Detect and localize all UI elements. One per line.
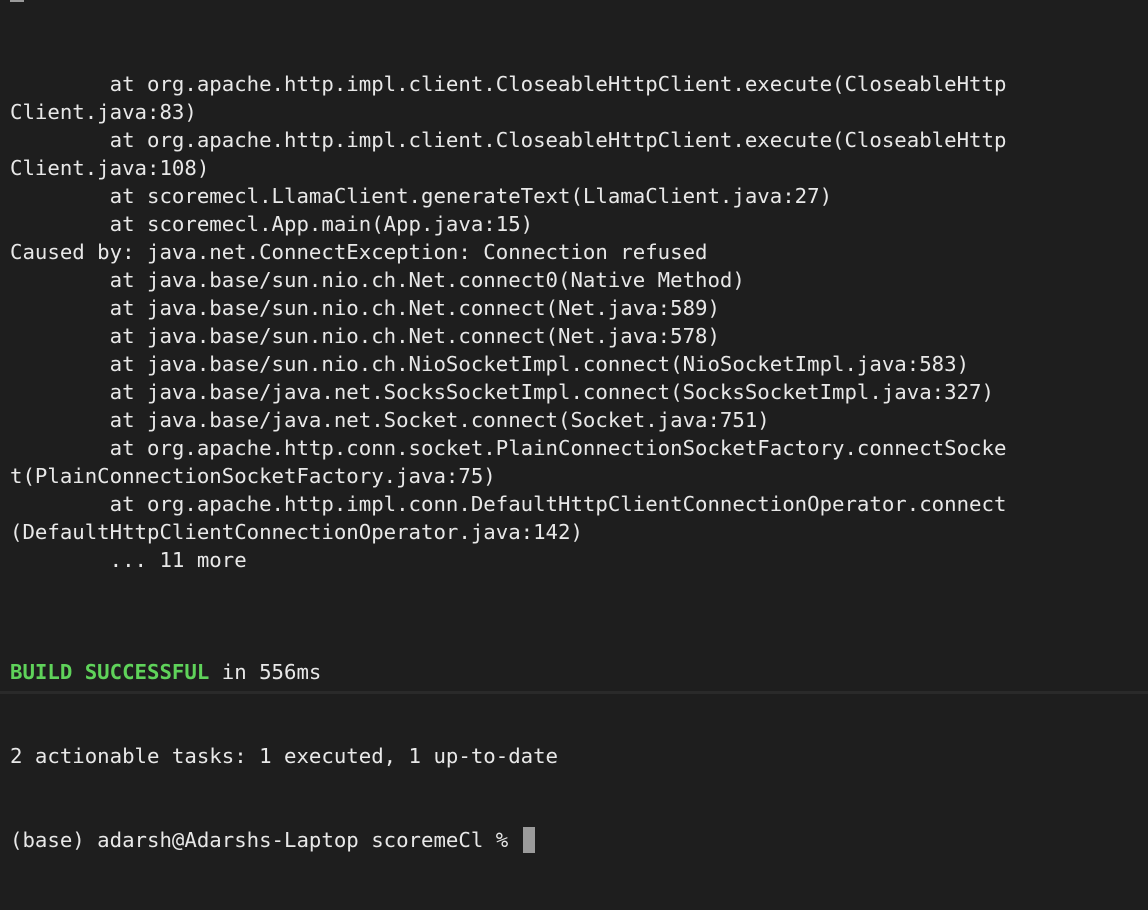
shell-prompt: (base) adarsh@Adarshs-Laptop scoremeCl % — [10, 828, 521, 852]
terminal-output: at org.apache.http.impl.client.Closeable… — [10, 14, 1140, 910]
output-line: at scoremecl.LlamaClient.generateText(Ll… — [10, 184, 833, 208]
output-line: Client.java:83) — [10, 100, 197, 124]
output-line: Client.java:108) — [10, 156, 210, 180]
output-line: at java.base/sun.nio.ch.Net.connect(Net.… — [10, 324, 720, 348]
build-time: in 556ms — [209, 660, 322, 684]
output-line: at scoremecl.App.main(App.java:15) — [10, 212, 534, 236]
output-line: at java.base/sun.nio.ch.Net.connect(Net.… — [10, 296, 720, 320]
tasks-summary-line: 2 actionable tasks: 1 executed, 1 up-to-… — [10, 744, 559, 768]
output-line: at org.apache.http.impl.conn.DefaultHttp… — [10, 492, 1007, 516]
output-line: at java.base/java.net.SocksSocketImpl.co… — [10, 380, 994, 404]
output-line: ... 11 more — [10, 548, 247, 572]
text-cursor — [522, 827, 535, 853]
output-line: t(PlainConnectionSocketFactory.java:75) — [10, 464, 496, 488]
stack-trace-block: at org.apache.http.impl.client.Closeable… — [10, 70, 1140, 602]
terminal-window[interactable]: at org.apache.http.impl.client.Closeable… — [0, 0, 1148, 853]
build-status: BUILD SUCCESSFUL — [10, 660, 210, 684]
output-line: Caused by: java.net.ConnectException: Co… — [10, 240, 708, 264]
build-result-line: BUILD SUCCESSFUL in 556ms — [10, 658, 1140, 686]
output-line: (DefaultHttpClientConnectionOperator.jav… — [10, 520, 583, 544]
output-line: at org.apache.http.impl.client.Closeable… — [10, 72, 1007, 96]
prompt-line[interactable]: (base) adarsh@Adarshs-Laptop scoremeCl % — [10, 826, 1140, 854]
output-line: at java.base/sun.nio.ch.NioSocketImpl.co… — [10, 352, 970, 376]
output-line: at org.apache.http.impl.client.Closeable… — [10, 128, 1007, 152]
output-line: at java.base/java.net.Socket.connect(Soc… — [10, 408, 770, 432]
output-line: at java.base/sun.nio.ch.Net.connect0(Nat… — [10, 268, 745, 292]
output-line: at org.apache.http.conn.socket.PlainConn… — [10, 436, 1007, 460]
scroll-remnant-line — [10, 0, 24, 2]
